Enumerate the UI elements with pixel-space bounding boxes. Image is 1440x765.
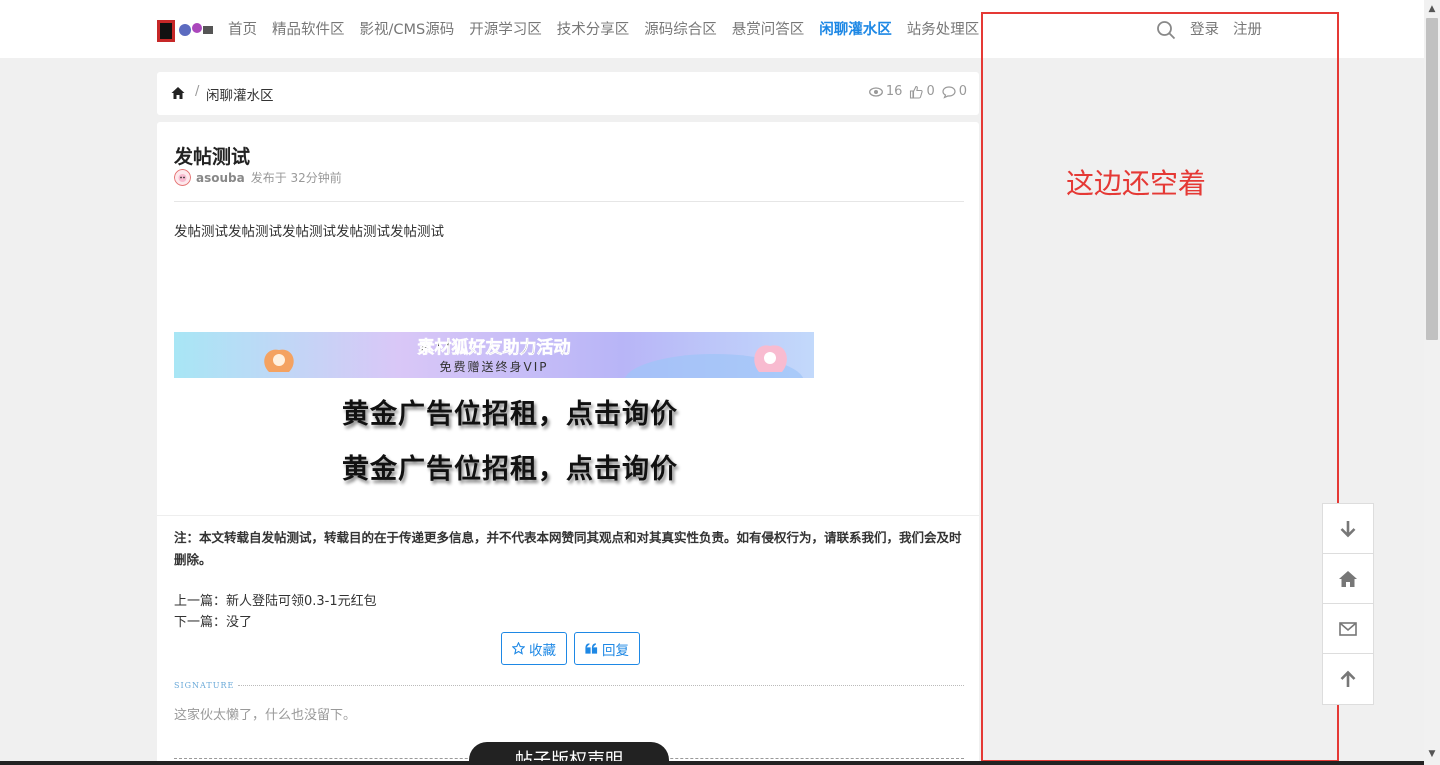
star-icon xyxy=(512,642,525,655)
breadcrumb: / 闲聊灌水区 16 0 0 xyxy=(157,72,979,115)
promo-banner[interactable]: 素材狐好友助力活动 免费赠送终身VIP xyxy=(174,332,814,378)
banner-subtitle: 免费赠送终身VIP xyxy=(440,359,549,374)
floating-toolbar xyxy=(1322,503,1374,705)
signature-text: 这家伙太懒了，什么也没留下。 xyxy=(174,708,357,723)
quote-icon xyxy=(585,643,598,654)
post-author[interactable]: asouba xyxy=(196,171,245,185)
mail-icon xyxy=(1339,621,1357,636)
main-nav: 首页 精品软件区 影视/CMS源码 开源学习区 技术分享区 源码综合区 悬赏问答… xyxy=(228,19,994,41)
post-card: 发帖测试 asouba 发布于 32分钟前 发帖测试发帖测试发帖测试发帖测试发帖… xyxy=(157,122,979,765)
prev-post-link[interactable]: 上一篇：新人登陆可领0.3-1元红包 xyxy=(174,591,377,612)
likes-count: 0 xyxy=(926,84,935,99)
bottom-edge xyxy=(0,761,1424,765)
next-post-link[interactable]: 下一篇：没了 xyxy=(174,612,377,633)
home-icon[interactable] xyxy=(171,86,185,100)
thumbs-up-icon xyxy=(910,85,924,99)
avatar[interactable] xyxy=(174,169,191,186)
scroll-thumb[interactable] xyxy=(1426,18,1438,340)
ad-slot-2[interactable]: 黄金广告位招租，点击询价 xyxy=(342,447,678,486)
annotation-text: 这边还空着 xyxy=(1066,167,1207,200)
home-tool-button[interactable] xyxy=(1323,554,1373,604)
breadcrumb-current[interactable]: 闲聊灌水区 xyxy=(206,84,274,104)
signature-divider xyxy=(238,685,964,686)
scroll-down-button[interactable] xyxy=(1323,504,1373,554)
post-meta: asouba 发布于 32分钟前 xyxy=(174,169,342,186)
ad-slot-1[interactable]: 黄金广告位招租，点击询价 xyxy=(342,392,678,431)
post-stats: 16 0 0 xyxy=(868,84,967,99)
scroll-down-arrow[interactable]: ▼ xyxy=(1424,747,1440,761)
reply-button[interactable]: 回复 xyxy=(574,632,640,665)
post-title: 发帖测试 xyxy=(174,146,251,168)
favorite-button[interactable]: 收藏 xyxy=(501,632,567,665)
site-logo[interactable] xyxy=(157,18,215,44)
comments-stat: 0 xyxy=(942,84,967,99)
likes-stat: 0 xyxy=(909,84,935,99)
nav-opensource[interactable]: 开源学习区 xyxy=(469,19,542,41)
comments-count: 0 xyxy=(958,84,967,99)
views-stat: 16 xyxy=(868,84,903,99)
annotation-box xyxy=(981,12,1339,762)
arrow-down-icon xyxy=(1340,520,1356,537)
nav-software[interactable]: 精品软件区 xyxy=(272,19,345,41)
breadcrumb-separator: / xyxy=(195,84,200,99)
views-count: 16 xyxy=(885,84,903,99)
nav-tech[interactable]: 技术分享区 xyxy=(557,19,630,41)
scroll-up-arrow[interactable]: ▲ xyxy=(1424,2,1440,16)
scroll-top-button[interactable] xyxy=(1323,654,1373,704)
reply-label: 回复 xyxy=(602,642,629,659)
nav-chat[interactable]: 闲聊灌水区 xyxy=(819,19,892,41)
nav-qa[interactable]: 悬赏问答区 xyxy=(732,19,805,41)
nav-home[interactable]: 首页 xyxy=(228,19,257,41)
nav-source[interactable]: 源码综合区 xyxy=(644,19,717,41)
post-body: 发帖测试发帖测试发帖测试发帖测试发帖测试 xyxy=(174,224,444,240)
nav-cms[interactable]: 影视/CMS源码 xyxy=(360,19,455,41)
comment-icon xyxy=(942,85,956,99)
post-actions: 收藏 回复 xyxy=(501,632,640,665)
page-scrollbar[interactable]: ▲ ▼ xyxy=(1424,0,1440,765)
banner-title: 素材狐好友助力活动 xyxy=(418,337,571,358)
post-navigation: 上一篇：新人登陆可领0.3-1元红包 下一篇：没了 xyxy=(174,591,377,633)
signature-label: SIGNATURE xyxy=(174,681,235,690)
arrow-up-icon xyxy=(1340,670,1356,687)
repost-notice: 注：本文转载自发帖测试，转载目的在于传递更多信息，并不代表本网赞同其观点和对其真… xyxy=(174,530,962,567)
title-divider xyxy=(174,201,964,202)
favorite-label: 收藏 xyxy=(529,642,556,659)
eye-icon xyxy=(868,86,883,97)
content-divider xyxy=(157,515,979,516)
post-time: 发布于 32分钟前 xyxy=(250,171,342,185)
home-tool-icon xyxy=(1339,570,1357,587)
nav-admin[interactable]: 站务处理区 xyxy=(907,19,980,41)
contact-button[interactable] xyxy=(1323,604,1373,654)
signature-header: SIGNATURE xyxy=(174,681,964,690)
